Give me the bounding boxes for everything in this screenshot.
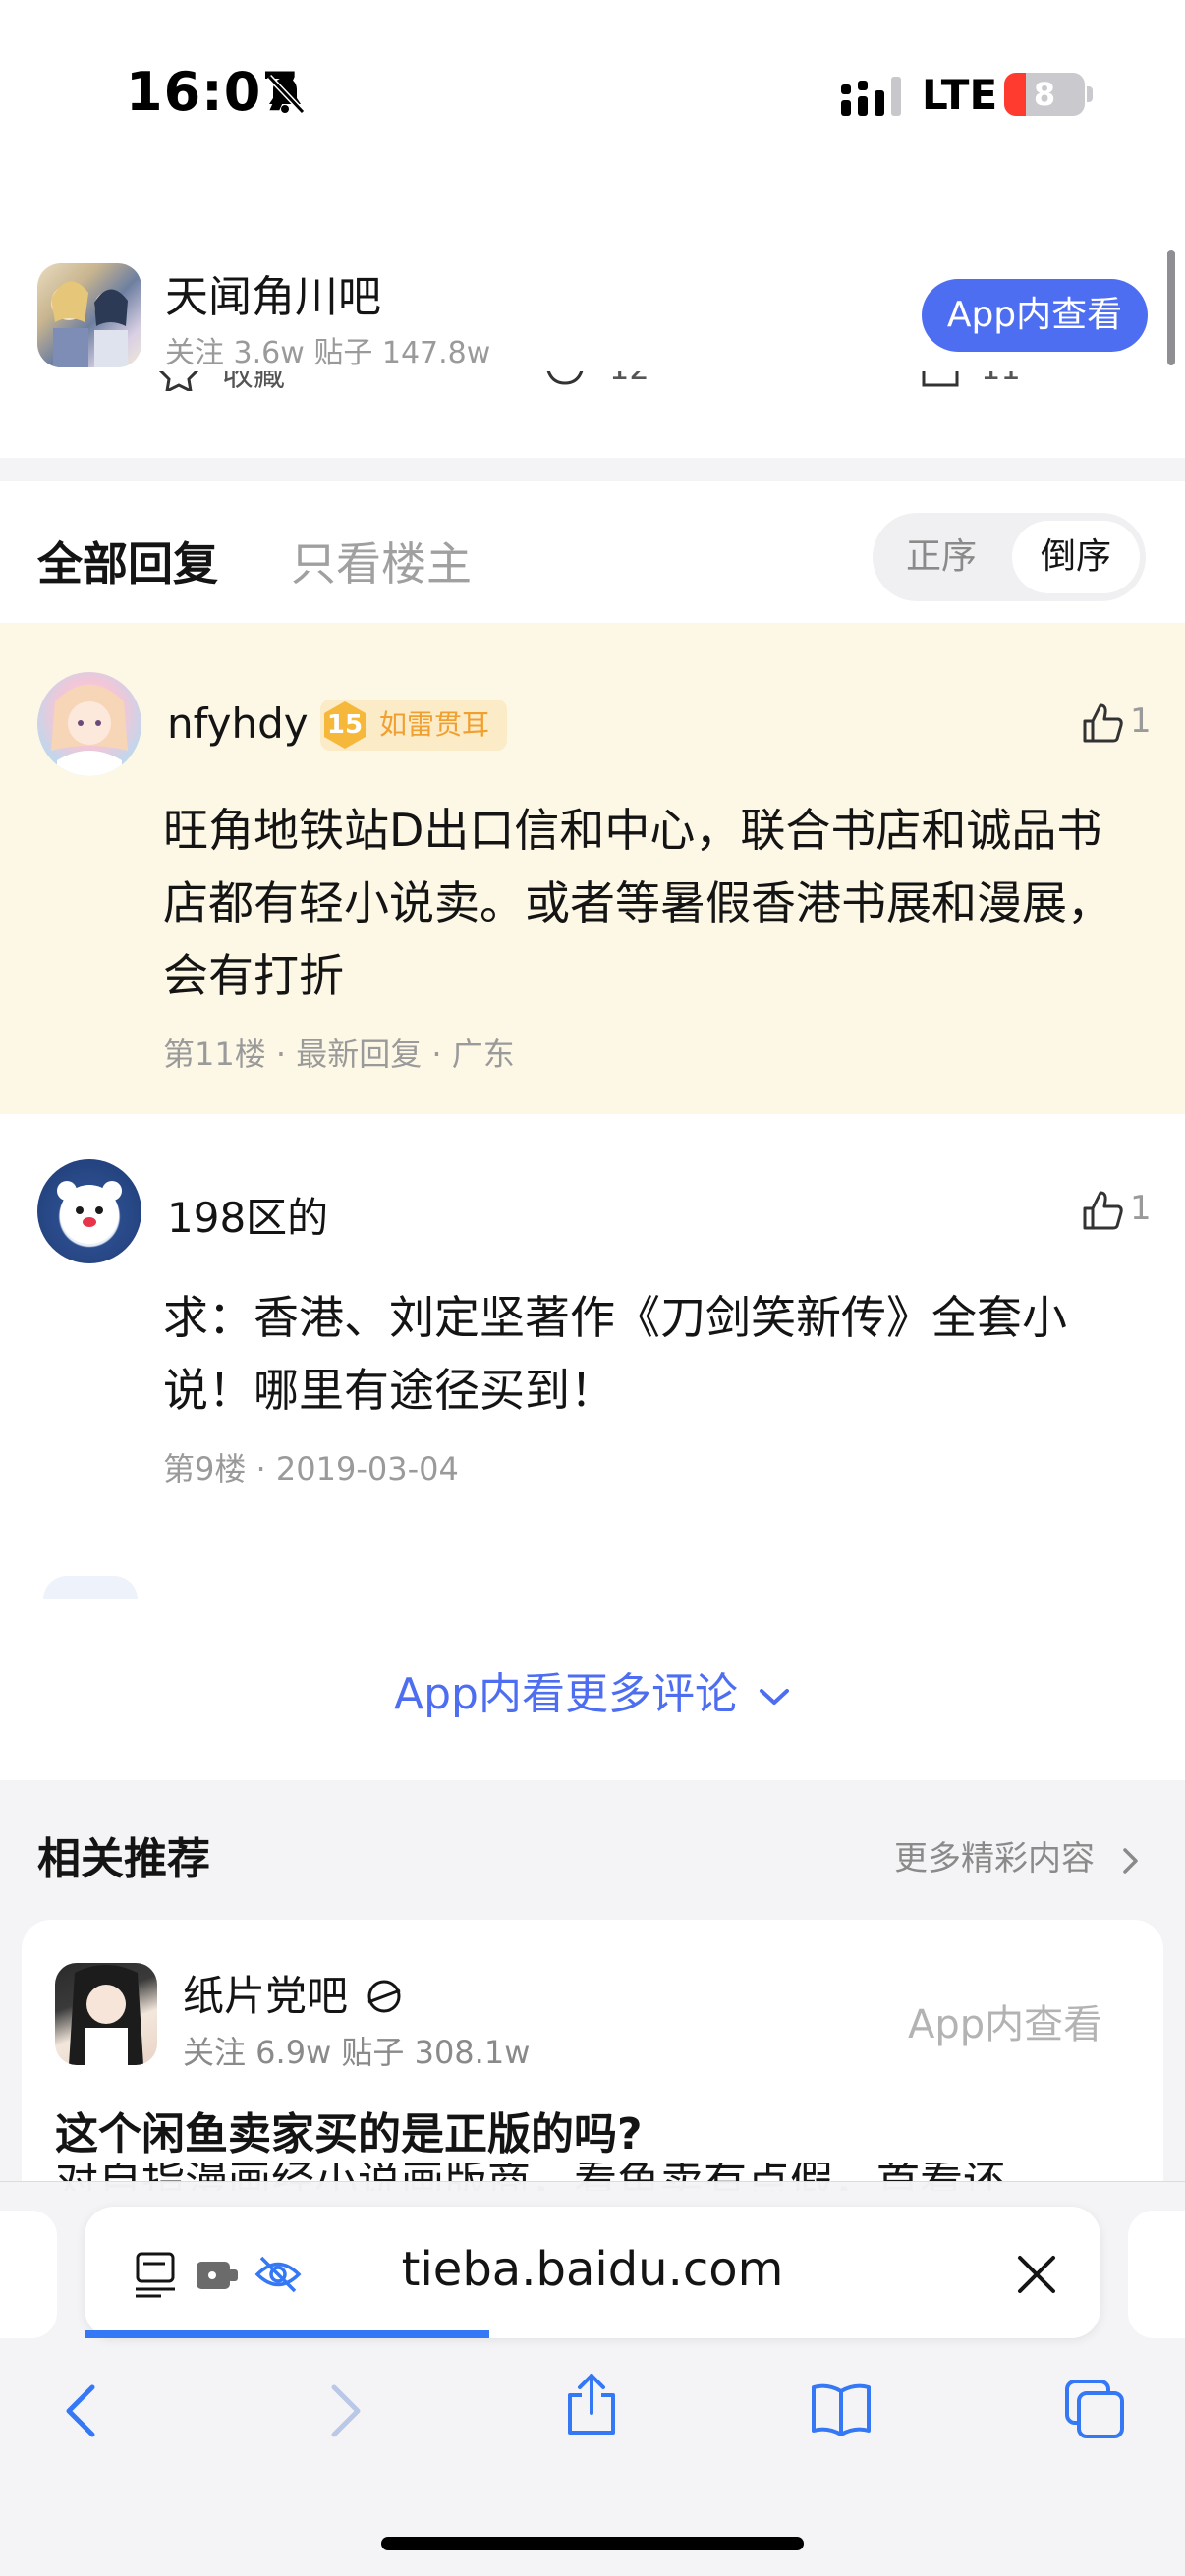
scrollbar[interactable] — [1167, 250, 1175, 365]
related-app-view[interactable]: App内查看 — [908, 1992, 1102, 2049]
more-comments-label: App内看更多评论 — [394, 1669, 738, 1719]
close-icon[interactable] — [1012, 2250, 1061, 2299]
forum-avatar[interactable] — [37, 263, 141, 367]
related-more-link[interactable]: 更多精彩内容 — [894, 1831, 1143, 1879]
bookmarks-icon[interactable] — [810, 2378, 873, 2440]
related-forum-name[interactable]: 纸片党吧 — [183, 1963, 404, 2023]
page-load-progress — [85, 2330, 489, 2338]
related-forum-stats: 关注 6.9w 贴子 308.1w — [183, 2034, 531, 2071]
more-comments-link[interactable]: App内看更多评论 — [0, 1658, 1185, 1721]
level-number: 15 — [326, 710, 364, 740]
tab-owner-only[interactable]: 只看楼主 — [291, 529, 472, 593]
comment-text: 求：香港、刘定坚著作《刀剑笑新传》全套小说！哪里有途径买到！ — [163, 1291, 1067, 1417]
battery-tip — [1087, 86, 1093, 102]
avatar[interactable] — [37, 1159, 141, 1263]
comment-username[interactable]: nfyhdy — [167, 700, 309, 748]
url-text[interactable]: tieba.baidu.com — [0, 2242, 1185, 2297]
forum-stats: 关注 3.6w 贴子 147.8w — [165, 336, 491, 370]
comment-text: 旺角地铁站D出口信和中心，联合书店和诚品书店都有轻小说卖。或者等暑假香港书展和漫… — [163, 804, 1112, 1002]
comment-meta: 第11楼 · 最新回复 · 广东 — [163, 1036, 515, 1073]
forum-avatar-art — [51, 281, 128, 367]
tabs-icon[interactable] — [1063, 2378, 1126, 2440]
thumbs-up-icon[interactable] — [1081, 1189, 1124, 1232]
avatar-art — [69, 1965, 143, 2065]
related-title: 相关推荐 — [37, 1834, 210, 1884]
avatar[interactable] — [37, 672, 141, 776]
thumbs-up-icon[interactable] — [1081, 701, 1124, 745]
battery-percent: 8 — [1033, 76, 1056, 113]
chevron-right-icon — [1123, 1847, 1138, 1874]
comment-meta: 第9楼 · 2019-03-04 — [163, 1450, 459, 1487]
back-chevron-icon[interactable] — [53, 2380, 116, 2442]
level-title: 如雷贯耳 — [379, 708, 490, 741]
app-view-button[interactable]: App内查看 — [922, 279, 1148, 352]
like-count: 1 — [1130, 1189, 1152, 1228]
forum-name[interactable]: 天闻角川吧 — [165, 261, 381, 324]
chevron-down-icon — [759, 1689, 789, 1705]
tab-all-replies[interactable]: 全部回复 — [37, 529, 218, 593]
share-icon[interactable] — [560, 2372, 623, 2435]
home-indicator — [381, 2537, 804, 2550]
related-post-title[interactable]: 这个闲鱼卖家买的是正版的吗? — [55, 2099, 643, 2161]
forward-chevron-icon[interactable] — [310, 2380, 373, 2442]
like-icon[interactable] — [918, 371, 961, 389]
battery-icon: 8 — [1004, 73, 1085, 116]
signal-icon — [841, 77, 901, 116]
collect-label[interactable]: 收藏 — [222, 371, 285, 395]
theta-icon — [367, 1980, 401, 2013]
like-count: 1 — [1130, 701, 1152, 741]
related-more-label: 更多精彩内容 — [894, 1839, 1095, 1878]
sort-desc-button[interactable]: 倒序 — [1012, 521, 1140, 593]
avatar-art — [51, 685, 128, 776]
comment-username[interactable]: 198区的 — [167, 1185, 328, 1245]
network-type: LTE — [922, 71, 998, 119]
related-forum-name-text: 纸片党吧 — [183, 1972, 349, 2020]
bell-slash-icon — [266, 74, 306, 115]
avatar-peek — [43, 1576, 138, 1599]
comment-icon[interactable] — [542, 371, 588, 389]
sort-asc-button[interactable]: 正序 — [873, 513, 1010, 601]
related-forum-avatar[interactable] — [55, 1963, 157, 2065]
like-count: 11 — [981, 371, 1021, 387]
star-icon[interactable] — [159, 371, 198, 391]
post-actions-row: 收藏 12 11 — [0, 371, 1185, 411]
avatar-art — [57, 1181, 122, 1244]
section-divider — [0, 458, 1185, 481]
comment-count: 12 — [609, 371, 649, 387]
